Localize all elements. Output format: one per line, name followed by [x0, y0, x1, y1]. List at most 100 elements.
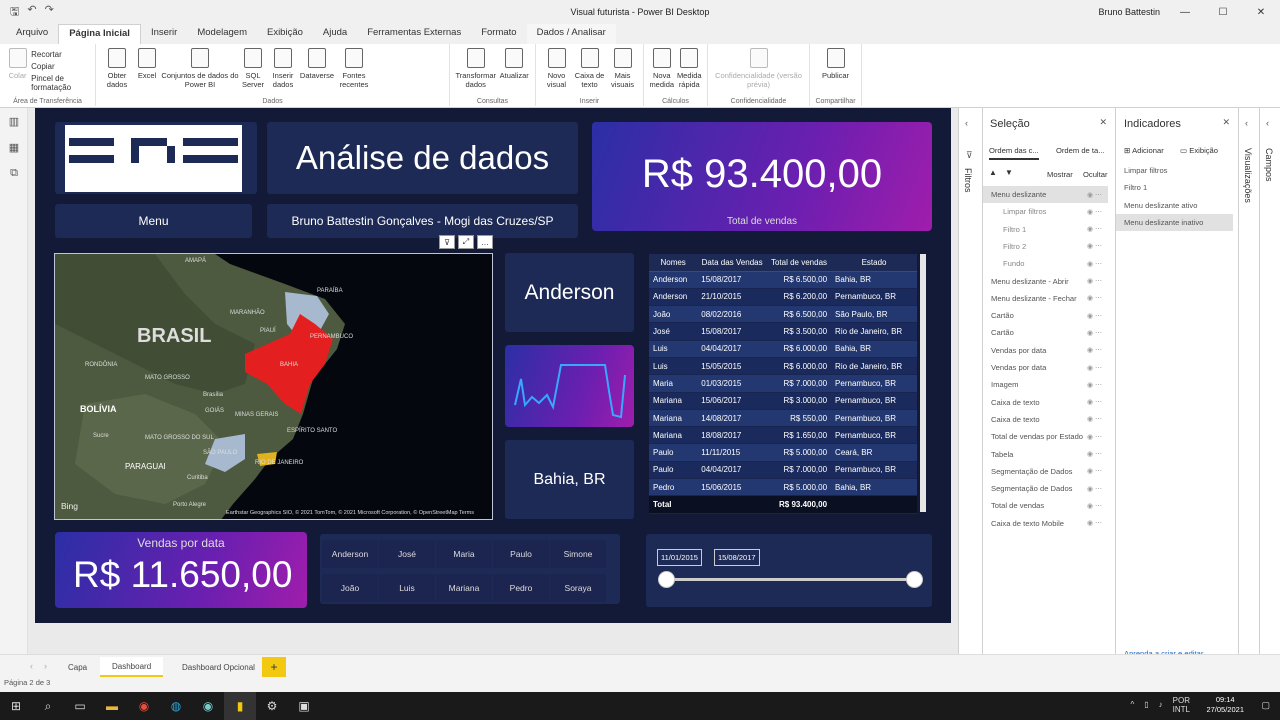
paste-button[interactable]: Colar: [4, 46, 31, 94]
bookmark-item[interactable]: Filtro 1: [1116, 179, 1233, 196]
text-box-button[interactable]: Caixa de texto: [573, 46, 606, 94]
eye-icon[interactable]: ◉ ⋯: [1087, 398, 1102, 406]
table-row[interactable]: Luis 15/05/2015 R$ 6.000,00 Rio de Janeiro,…: [649, 357, 917, 376]
tab-exibicao[interactable]: Exibição: [257, 24, 313, 44]
file-explorer-icon[interactable]: ▬: [96, 692, 128, 720]
selection-item[interactable]: Cartão ◉ ⋯: [983, 324, 1108, 341]
eye-icon[interactable]: ◉ ⋯: [1087, 260, 1102, 268]
focus-mode-icon[interactable]: ⤢: [458, 235, 474, 249]
excel-button[interactable]: Excel: [134, 46, 160, 94]
tab-arquivo[interactable]: Arquivo: [6, 24, 58, 44]
move-up-icon[interactable]: ▲: [989, 168, 997, 177]
selection-item[interactable]: Tabela ◉ ⋯: [983, 446, 1108, 463]
sensitivity-button[interactable]: Confidencialidade (versão prévia): [712, 46, 805, 94]
eye-icon[interactable]: ◉ ⋯: [1087, 312, 1102, 320]
slicer-option[interactable]: Luis: [379, 574, 435, 602]
quick-measure-button[interactable]: Medida rápida: [676, 46, 704, 94]
selection-item[interactable]: Menu deslizante - Abrir ◉ ⋯: [983, 273, 1108, 290]
filter-icon[interactable]: ⊽: [439, 235, 455, 249]
tab-layer-order[interactable]: Ordem das c...: [989, 146, 1039, 160]
close-icon[interactable]: ✕: [1222, 117, 1230, 128]
selection-item[interactable]: Cartão ◉ ⋯: [983, 307, 1108, 324]
report-view-icon[interactable]: ▥: [0, 108, 28, 134]
sales-table[interactable]: Nomes Data das Vendas Total de vendas Es…: [649, 254, 917, 514]
date-slider-start-handle[interactable]: [658, 571, 675, 588]
pbi-datasets-button[interactable]: Conjuntos de dados do Power BI: [160, 46, 240, 94]
page-tab-capa[interactable]: Capa: [56, 657, 99, 677]
table-row[interactable]: Maria 01/03/2015 R$ 7.000,00 Pernambuco, BR: [649, 374, 917, 393]
add-bookmark-button[interactable]: ⊞ Adicionar: [1124, 146, 1164, 155]
bookmark-item[interactable]: Menu deslizante ativo: [1116, 197, 1233, 214]
column-header[interactable]: Total de vendas: [766, 254, 832, 272]
eye-icon[interactable]: ◉ ⋯: [1087, 467, 1102, 475]
column-header[interactable]: Estado: [831, 254, 917, 272]
data-view-icon[interactable]: ▦: [0, 134, 28, 160]
selection-item[interactable]: Segmentação de Dados ◉ ⋯: [983, 480, 1108, 497]
cut-button[interactable]: Recortar: [31, 50, 91, 59]
close-icon[interactable]: ✕: [1099, 117, 1107, 128]
table-row[interactable]: José 15/08/2017 R$ 3.500,00 Rio de Janeiro,…: [649, 322, 917, 341]
menu-button[interactable]: Menu: [55, 204, 252, 238]
more-options-icon[interactable]: …: [477, 235, 493, 249]
selection-item[interactable]: Limpar filtros ◉ ⋯: [983, 203, 1108, 220]
selection-item[interactable]: Fundo ◉ ⋯: [983, 255, 1108, 272]
copy-button[interactable]: Copiar: [31, 62, 91, 71]
redo-icon[interactable]: ↷: [45, 3, 54, 22]
table-row[interactable]: Mariana 18/08/2017 R$ 1.650,00 Pernambuco, …: [649, 426, 917, 445]
table-row[interactable]: Paulo 04/04/2017 R$ 7.000,00 Pernambuco, BR: [649, 461, 917, 480]
volume-icon[interactable]: ♪: [1159, 700, 1163, 714]
notifications-icon[interactable]: ▢: [1261, 700, 1270, 711]
windows-start-icon[interactable]: ⊞: [0, 692, 32, 720]
sql-server-button[interactable]: SQL Server: [240, 46, 266, 94]
date-slider-track[interactable]: [665, 578, 915, 581]
publish-button[interactable]: Publicar: [814, 46, 857, 94]
refresh-button[interactable]: Atualizar: [497, 46, 531, 94]
language-indicator[interactable]: POR INTL: [1173, 696, 1190, 714]
tab-inserir[interactable]: Inserir: [141, 24, 187, 44]
selection-item[interactable]: Imagem ◉ ⋯: [983, 376, 1108, 393]
model-view-icon[interactable]: ⧉: [0, 160, 28, 186]
eye-icon[interactable]: ◉ ⋯: [1087, 502, 1102, 510]
slicer-option[interactable]: Mariana: [436, 574, 492, 602]
maximize-icon[interactable]: ☐: [1204, 0, 1242, 24]
chevron-right-icon[interactable]: ›: [44, 661, 47, 671]
tab-dados-analisar[interactable]: Dados / Analisar: [526, 24, 616, 44]
chevron-left-icon[interactable]: ‹: [965, 118, 968, 128]
recent-sources-button[interactable]: Fontes recentes: [334, 46, 374, 94]
format-painter-button[interactable]: Pincel de formatação: [31, 74, 91, 92]
transform-data-button[interactable]: Transformar dados: [454, 46, 497, 94]
more-visuals-button[interactable]: Mais visuais: [606, 46, 639, 94]
date-slider-end-handle[interactable]: [906, 571, 923, 588]
eye-icon[interactable]: ◉ ⋯: [1087, 329, 1102, 337]
settings-icon[interactable]: ⚙: [256, 692, 288, 720]
dataverse-button[interactable]: Dataverse: [300, 46, 334, 94]
close-icon[interactable]: ✕: [1242, 0, 1280, 24]
eye-icon[interactable]: ◉ ⋯: [1087, 433, 1102, 441]
filters-pane-collapsed[interactable]: ‹ ⊽ Filtros: [958, 108, 982, 654]
view-bookmark-button[interactable]: ▭ Exibição: [1180, 146, 1218, 155]
table-row[interactable]: Pedro 15/06/2015 R$ 5.000,00 Bahia, BR: [649, 478, 917, 497]
fields-pane-collapsed[interactable]: ‹ Campos: [1259, 108, 1280, 654]
selection-item[interactable]: Vendas por data ◉ ⋯: [983, 342, 1108, 359]
tab-ferramentas-externas[interactable]: Ferramentas Externas: [357, 24, 471, 44]
tab-tab-order[interactable]: Ordem de ta...: [1056, 146, 1105, 155]
date-from-input[interactable]: 11/01/2015: [657, 549, 702, 566]
selection-item[interactable]: Total de vendas por Estado ◉ ⋯: [983, 428, 1108, 445]
eye-icon[interactable]: ◉ ⋯: [1087, 225, 1102, 233]
tab-formato[interactable]: Formato: [471, 24, 526, 44]
selection-item[interactable]: Caixa de texto Mobile ◉ ⋯: [983, 515, 1108, 532]
selection-item[interactable]: Filtro 2 ◉ ⋯: [983, 238, 1108, 255]
browser-icon[interactable]: ◉: [192, 692, 224, 720]
eye-icon[interactable]: ◉ ⋯: [1087, 450, 1102, 458]
eye-icon[interactable]: ◉ ⋯: [1087, 242, 1102, 250]
chevron-left-icon[interactable]: ‹: [1266, 118, 1269, 128]
chrome-icon[interactable]: ◉: [128, 692, 160, 720]
slicer-option[interactable]: Soraya: [550, 574, 606, 602]
eye-icon[interactable]: ◉ ⋯: [1087, 277, 1102, 285]
page-tab-dashboard-opcional[interactable]: Dashboard Opcional: [170, 657, 267, 677]
eye-icon[interactable]: ◉ ⋯: [1087, 294, 1102, 302]
skype-icon[interactable]: ◍: [160, 692, 192, 720]
minimize-icon[interactable]: —: [1166, 0, 1204, 24]
slicer-option[interactable]: Simone: [550, 540, 606, 568]
selection-item[interactable]: Menu deslizante - Fechar ◉ ⋯: [983, 290, 1108, 307]
